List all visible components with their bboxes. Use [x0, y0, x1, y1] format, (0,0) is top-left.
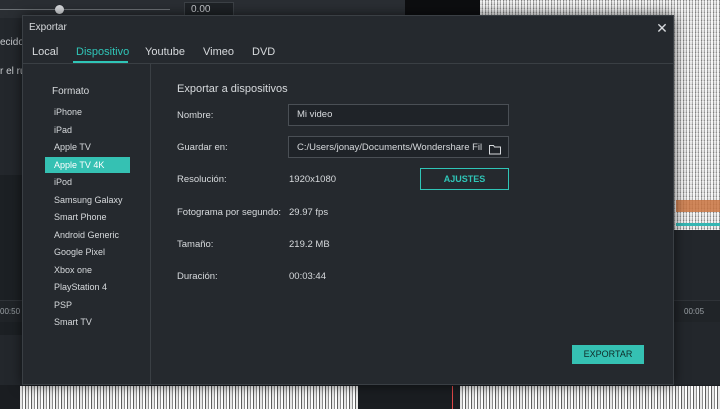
background-left-text-1: ecido	[0, 37, 24, 48]
format-item-samsung-galaxy[interactable]: Samsung Galaxy	[45, 192, 130, 208]
fps-value: 29.97 fps	[289, 207, 329, 218]
duration-value: 00:03:44	[289, 271, 326, 282]
size-label: Tamaño:	[177, 239, 214, 250]
ruler-label-left: 00:50	[0, 307, 21, 316]
format-item-apple-tv-4k[interactable]: Apple TV 4K	[45, 156, 130, 173]
format-item-android-generic[interactable]: Android Generic	[45, 227, 130, 243]
format-item-xbox-one[interactable]: Xbox one	[45, 262, 130, 278]
save-location-path: C:/Users/jonay/Documents/Wondershare Fil	[297, 142, 482, 153]
ruler-label-right: 00:05	[684, 307, 705, 316]
slider-knob[interactable]	[55, 5, 64, 14]
format-heading: Formato	[52, 86, 90, 97]
name-field[interactable]: Mi video	[288, 104, 509, 126]
format-item-playstation-4[interactable]: PlayStation 4	[45, 279, 130, 295]
timeline-clip-2[interactable]	[460, 386, 720, 409]
fps-label: Fotograma por segundo:	[177, 207, 282, 218]
format-item-iphone[interactable]: iPhone	[45, 104, 130, 120]
tab-dvd[interactable]: DVD	[252, 46, 275, 64]
save-location-label: Guardar en:	[177, 142, 228, 153]
save-location-field[interactable]: C:/Users/jonay/Documents/Wondershare Fil	[288, 136, 509, 158]
slider-track	[0, 9, 170, 10]
format-item-psp[interactable]: PSP	[45, 297, 130, 313]
resolution-label: Resolución:	[177, 174, 227, 185]
timeline-clip-1[interactable]	[20, 386, 358, 409]
duration-label: Duración:	[177, 271, 218, 282]
format-item-smart-tv[interactable]: Smart TV	[45, 314, 130, 330]
format-item-ipod[interactable]: iPod	[45, 174, 130, 190]
preview-cyan-strip	[676, 223, 720, 226]
name-label: Nombre:	[177, 110, 214, 121]
settings-button[interactable]: AJUSTES	[420, 168, 509, 190]
format-sidebar: Formato iPhone iPad Apple TV Apple TV 4K…	[23, 64, 151, 384]
active-tab-underline	[73, 61, 128, 63]
export-heading: Exportar a dispositivos	[177, 83, 288, 95]
tab-local[interactable]: Local	[32, 46, 58, 64]
format-item-google-pixel[interactable]: Google Pixel	[45, 244, 130, 260]
close-icon[interactable]: ✕	[653, 19, 671, 37]
resolution-value: 1920x1080	[289, 174, 337, 185]
export-settings-panel: Exportar a dispositivos Nombre: Mi video…	[152, 64, 673, 384]
playhead[interactable]	[452, 386, 453, 409]
export-button[interactable]: EXPORTAR	[572, 345, 644, 364]
tab-youtube[interactable]: Youtube	[145, 46, 185, 64]
dialog-title: Exportar	[29, 22, 67, 33]
size-value: 219.2 MB	[289, 239, 330, 250]
format-item-ipad[interactable]: iPad	[45, 122, 130, 138]
format-item-apple-tv[interactable]: Apple TV	[45, 139, 130, 155]
tab-vimeo[interactable]: Vimeo	[203, 46, 234, 64]
dialog-titlebar: Exportar ✕	[23, 16, 673, 40]
export-dialog: Exportar ✕ Local Dispositivo Youtube Vim…	[22, 15, 674, 385]
folder-icon[interactable]	[489, 142, 501, 155]
format-item-smart-phone[interactable]: Smart Phone	[45, 209, 130, 225]
preview-orange-strip	[676, 200, 720, 212]
